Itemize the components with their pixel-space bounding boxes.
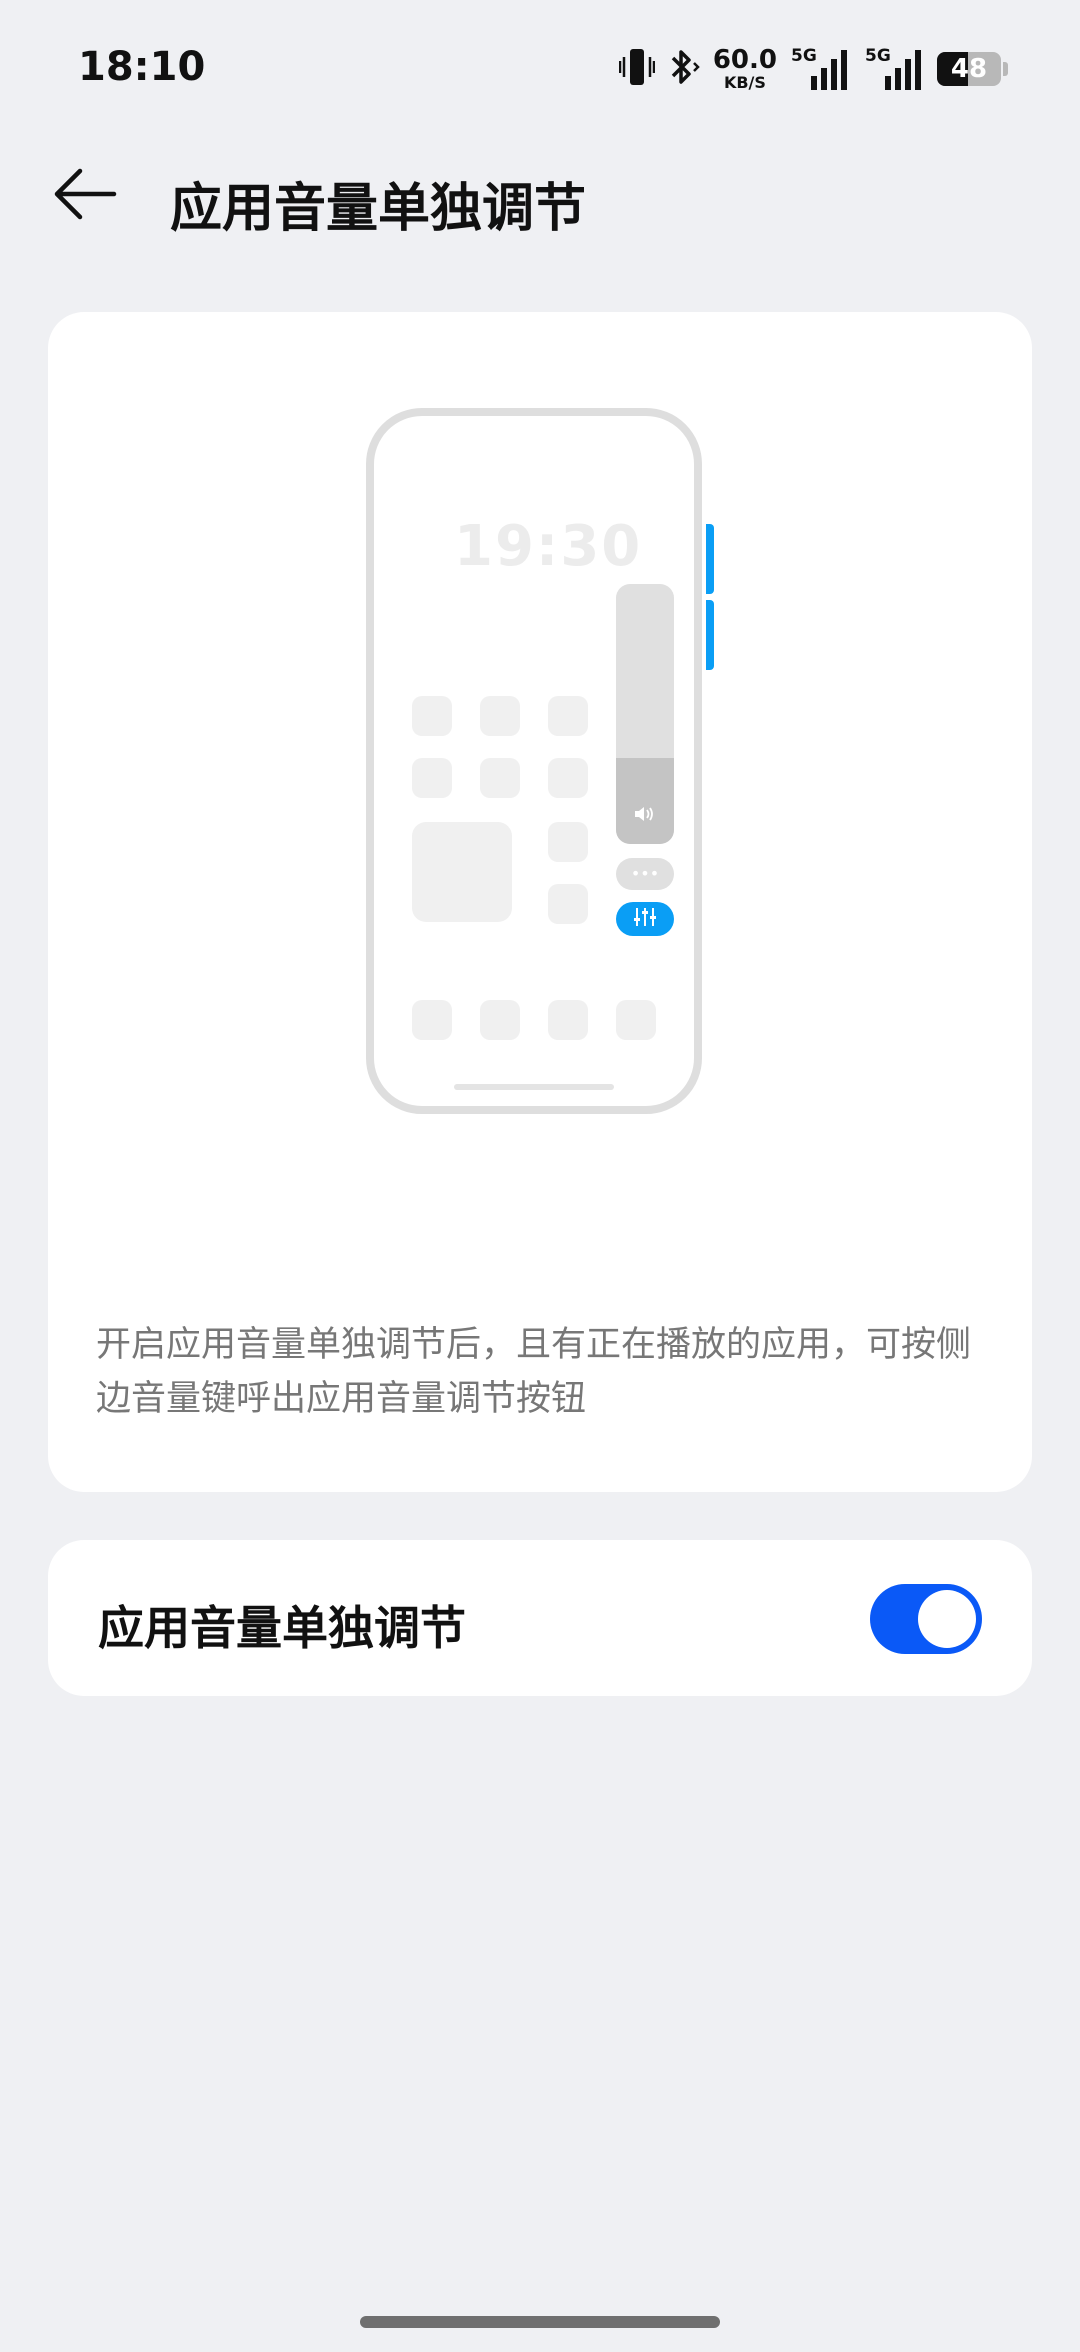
app-icon <box>548 884 588 924</box>
app-icon <box>548 696 588 736</box>
volume-up-key <box>706 524 714 594</box>
toggle-knob <box>918 1590 976 1648</box>
volume-slider-fill <box>616 758 674 844</box>
vibrate-icon <box>618 47 656 91</box>
widget <box>412 822 512 922</box>
illustration-clock: 19:30 <box>454 514 643 579</box>
app-icon <box>412 758 452 798</box>
feature-description: 开启应用音量单独调节后，且有正在播放的应用，可按侧边音量键呼出应用音量调节按钮 <box>96 1325 972 1419</box>
volume-down-key <box>706 600 714 670</box>
speaker-icon <box>633 804 657 828</box>
app-icon <box>480 758 520 798</box>
net-speed: 60.0 KB/S <box>713 47 777 91</box>
more-button: ••• <box>616 858 674 890</box>
dock-icon <box>480 1000 520 1040</box>
more-icon: ••• <box>630 864 660 883</box>
dock-icon <box>548 1000 588 1040</box>
signal-icon: 5G <box>863 46 925 92</box>
signal-icon: 5G <box>789 46 851 92</box>
app-volume-toggle[interactable] <box>870 1584 982 1654</box>
arrow-left-icon <box>50 166 120 226</box>
app-volume-button <box>616 902 674 936</box>
illustration-home-indicator <box>454 1084 614 1090</box>
status-icons: 60.0 KB/S 5G 5G 48 <box>618 44 1008 94</box>
app-icon <box>548 822 588 862</box>
volume-slider <box>616 584 674 844</box>
app-icon <box>412 696 452 736</box>
net-speed-unit: KB/S <box>723 73 766 92</box>
battery-icon: 48 <box>937 52 1001 86</box>
page-title: 应用音量单独调节 <box>170 179 587 239</box>
status-time: 18:10 <box>78 44 206 90</box>
dock-icon <box>412 1000 452 1040</box>
back-button[interactable] <box>40 160 130 232</box>
battery-level: 48 <box>950 54 988 84</box>
net-speed-value: 60.0 <box>712 45 777 75</box>
battery-tip <box>1003 62 1008 76</box>
sliders-icon <box>632 906 658 932</box>
home-indicator[interactable] <box>360 2316 720 2328</box>
app-icon <box>548 758 588 798</box>
phone-illustration: 19:30 ••• <box>366 408 714 1114</box>
dock-icon <box>616 1000 656 1040</box>
setting-label: 应用音量单独调节 <box>98 1601 466 1655</box>
bluetooth-icon <box>667 47 701 91</box>
app-icon <box>480 696 520 736</box>
